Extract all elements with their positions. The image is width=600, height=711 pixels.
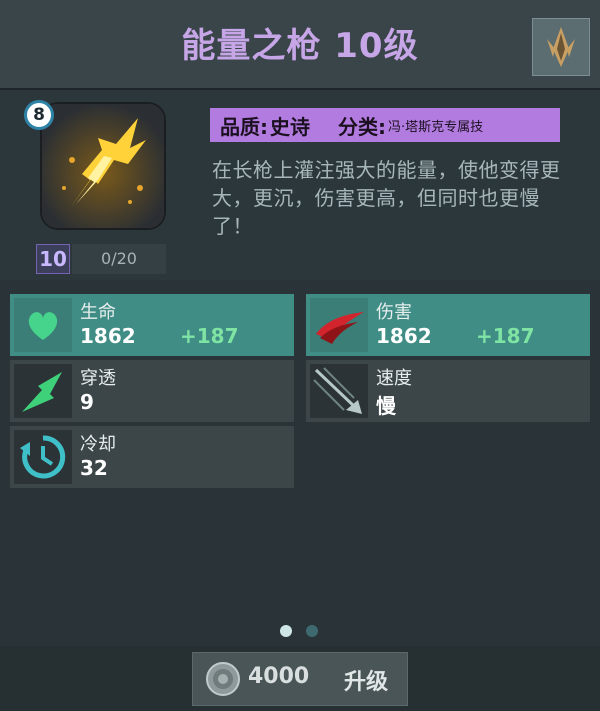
stat-name: 速度 [376,368,412,389]
stat-name: 生命 [80,302,116,323]
quality-bar: 品质: 史诗 分类: 冯·塔斯克专属技 [210,108,560,142]
stat-value: 9 [80,390,94,414]
stat-bonus: +187 [476,324,535,348]
header: 能量之枪 10级 [0,0,600,90]
stat-name: 穿透 [80,368,116,389]
page-indicator[interactable] [280,625,320,639]
coin-icon [206,662,240,696]
skill-title: 能量之枪 10级 [181,26,419,66]
stat-bonus: +187 [180,324,239,348]
stat-cooldown: 冷却 32 [10,426,294,488]
skill-level: 10 [36,244,70,274]
stat-name: 伤害 [376,302,412,323]
level-progress: 0/20 [72,244,166,274]
stat-value: 32 [80,456,108,480]
speed-arrow-icon [310,364,368,418]
stat-hp: 生命 1862 +187 [10,294,294,356]
stat-value: 1862 [376,324,432,348]
stat-value: 1862 [80,324,136,348]
upgrade-label: 升级 [344,670,389,695]
stat-speed: 速度 慢 [306,360,590,422]
category-label: 分类: [338,114,386,139]
quality-label: 品质: [220,114,268,139]
stat-name: 冷却 [80,434,116,455]
stat-pierce: 穿透 9 [10,360,294,422]
skill-description: 在长枪上灌注强大的能量，使他变得更大，更沉，伤害更高，但同时也更慢了！ [212,158,561,238]
pierce-arrow-icon [14,364,72,418]
heart-icon [14,298,72,352]
page-dot-1[interactable] [280,625,292,637]
upgrade-cost: 4000 [248,664,310,689]
stat-damage: 伤害 1862 +187 [306,294,590,356]
glowing-spear-icon [42,104,164,228]
page-dot-2[interactable] [306,625,318,637]
category-value: 冯·塔斯克专属技 [388,119,484,135]
faction-emblem-icon[interactable] [532,18,590,76]
cooldown-clock-icon [14,430,72,484]
tier-badge: 8 [24,100,54,130]
quality-value: 史诗 [270,114,310,139]
slash-icon [310,298,368,352]
stat-value: 慢 [376,394,396,418]
